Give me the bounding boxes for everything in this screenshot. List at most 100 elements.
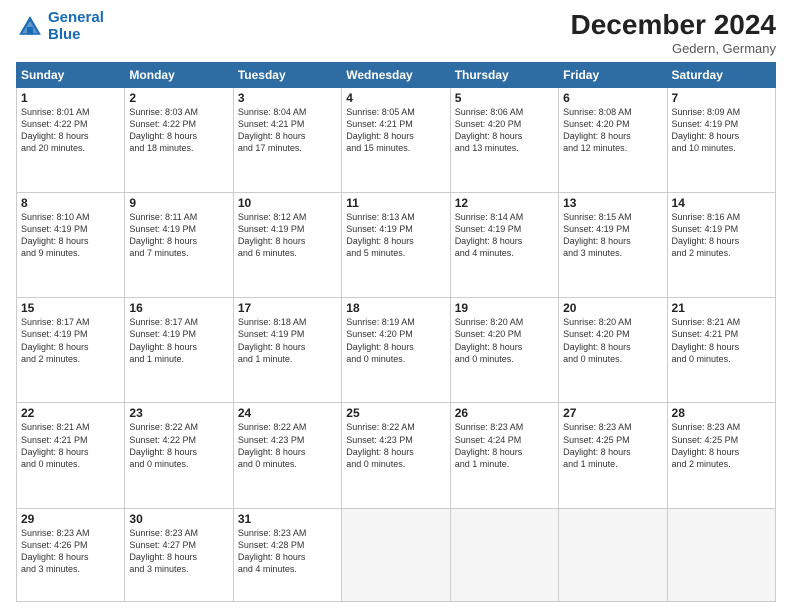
weekday-header-sunday: Sunday	[17, 62, 125, 87]
logo-blue: Blue	[48, 26, 81, 43]
weekday-header-row: SundayMondayTuesdayWednesdayThursdayFrid…	[17, 62, 776, 87]
day-number: 19	[455, 301, 554, 315]
month-title: December 2024	[571, 10, 776, 41]
day-number: 25	[346, 406, 445, 420]
day-number: 5	[455, 91, 554, 105]
day-info: Sunrise: 8:21 AMSunset: 4:21 PMDaylight:…	[672, 316, 771, 365]
day-info: Sunrise: 8:19 AMSunset: 4:20 PMDaylight:…	[346, 316, 445, 365]
day-info: Sunrise: 8:03 AMSunset: 4:22 PMDaylight:…	[129, 106, 228, 155]
day-cell-9: 9Sunrise: 8:11 AMSunset: 4:19 PMDaylight…	[125, 193, 233, 298]
day-info: Sunrise: 8:06 AMSunset: 4:20 PMDaylight:…	[455, 106, 554, 155]
day-number: 17	[238, 301, 337, 315]
day-info: Sunrise: 8:01 AMSunset: 4:22 PMDaylight:…	[21, 106, 120, 155]
day-info: Sunrise: 8:15 AMSunset: 4:19 PMDaylight:…	[563, 211, 662, 260]
empty-cell	[667, 508, 775, 601]
day-info: Sunrise: 8:23 AMSunset: 4:26 PMDaylight:…	[21, 527, 120, 576]
day-info: Sunrise: 8:23 AMSunset: 4:24 PMDaylight:…	[455, 421, 554, 470]
week-row-3: 15Sunrise: 8:17 AMSunset: 4:19 PMDayligh…	[17, 298, 776, 403]
header: General Blue December 2024 Gedern, Germa…	[16, 10, 776, 56]
day-cell-18: 18Sunrise: 8:19 AMSunset: 4:20 PMDayligh…	[342, 298, 450, 403]
day-cell-22: 22Sunrise: 8:21 AMSunset: 4:21 PMDayligh…	[17, 403, 125, 508]
day-number: 4	[346, 91, 445, 105]
logo-text: General Blue	[48, 10, 104, 43]
day-cell-25: 25Sunrise: 8:22 AMSunset: 4:23 PMDayligh…	[342, 403, 450, 508]
day-info: Sunrise: 8:12 AMSunset: 4:19 PMDaylight:…	[238, 211, 337, 260]
day-cell-3: 3Sunrise: 8:04 AMSunset: 4:21 PMDaylight…	[233, 87, 341, 192]
day-info: Sunrise: 8:11 AMSunset: 4:19 PMDaylight:…	[129, 211, 228, 260]
day-info: Sunrise: 8:18 AMSunset: 4:19 PMDaylight:…	[238, 316, 337, 365]
day-cell-19: 19Sunrise: 8:20 AMSunset: 4:20 PMDayligh…	[450, 298, 558, 403]
weekday-header-tuesday: Tuesday	[233, 62, 341, 87]
day-info: Sunrise: 8:17 AMSunset: 4:19 PMDaylight:…	[21, 316, 120, 365]
logo-icon	[16, 13, 44, 41]
day-info: Sunrise: 8:16 AMSunset: 4:19 PMDaylight:…	[672, 211, 771, 260]
day-number: 11	[346, 196, 445, 210]
day-cell-4: 4Sunrise: 8:05 AMSunset: 4:21 PMDaylight…	[342, 87, 450, 192]
logo-general: General	[48, 9, 104, 26]
day-info: Sunrise: 8:08 AMSunset: 4:20 PMDaylight:…	[563, 106, 662, 155]
day-cell-1: 1Sunrise: 8:01 AMSunset: 4:22 PMDaylight…	[17, 87, 125, 192]
day-cell-8: 8Sunrise: 8:10 AMSunset: 4:19 PMDaylight…	[17, 193, 125, 298]
day-number: 10	[238, 196, 337, 210]
week-row-4: 22Sunrise: 8:21 AMSunset: 4:21 PMDayligh…	[17, 403, 776, 508]
page: General Blue December 2024 Gedern, Germa…	[0, 0, 792, 612]
weekday-header-friday: Friday	[559, 62, 667, 87]
day-number: 21	[672, 301, 771, 315]
day-cell-13: 13Sunrise: 8:15 AMSunset: 4:19 PMDayligh…	[559, 193, 667, 298]
day-cell-27: 27Sunrise: 8:23 AMSunset: 4:25 PMDayligh…	[559, 403, 667, 508]
day-number: 16	[129, 301, 228, 315]
day-info: Sunrise: 8:23 AMSunset: 4:25 PMDaylight:…	[563, 421, 662, 470]
logo: General Blue	[16, 10, 104, 43]
title-block: December 2024 Gedern, Germany	[571, 10, 776, 56]
day-cell-2: 2Sunrise: 8:03 AMSunset: 4:22 PMDaylight…	[125, 87, 233, 192]
day-cell-24: 24Sunrise: 8:22 AMSunset: 4:23 PMDayligh…	[233, 403, 341, 508]
day-number: 6	[563, 91, 662, 105]
day-cell-16: 16Sunrise: 8:17 AMSunset: 4:19 PMDayligh…	[125, 298, 233, 403]
day-cell-5: 5Sunrise: 8:06 AMSunset: 4:20 PMDaylight…	[450, 87, 558, 192]
day-number: 14	[672, 196, 771, 210]
day-cell-28: 28Sunrise: 8:23 AMSunset: 4:25 PMDayligh…	[667, 403, 775, 508]
day-info: Sunrise: 8:20 AMSunset: 4:20 PMDaylight:…	[455, 316, 554, 365]
day-info: Sunrise: 8:23 AMSunset: 4:28 PMDaylight:…	[238, 527, 337, 576]
day-number: 31	[238, 512, 337, 526]
weekday-header-monday: Monday	[125, 62, 233, 87]
day-info: Sunrise: 8:17 AMSunset: 4:19 PMDaylight:…	[129, 316, 228, 365]
day-number: 1	[21, 91, 120, 105]
day-number: 8	[21, 196, 120, 210]
day-number: 9	[129, 196, 228, 210]
day-cell-17: 17Sunrise: 8:18 AMSunset: 4:19 PMDayligh…	[233, 298, 341, 403]
day-number: 27	[563, 406, 662, 420]
empty-cell	[450, 508, 558, 601]
week-row-2: 8Sunrise: 8:10 AMSunset: 4:19 PMDaylight…	[17, 193, 776, 298]
day-info: Sunrise: 8:13 AMSunset: 4:19 PMDaylight:…	[346, 211, 445, 260]
week-row-5: 29Sunrise: 8:23 AMSunset: 4:26 PMDayligh…	[17, 508, 776, 601]
day-cell-20: 20Sunrise: 8:20 AMSunset: 4:20 PMDayligh…	[559, 298, 667, 403]
day-number: 24	[238, 406, 337, 420]
day-info: Sunrise: 8:22 AMSunset: 4:22 PMDaylight:…	[129, 421, 228, 470]
week-row-1: 1Sunrise: 8:01 AMSunset: 4:22 PMDaylight…	[17, 87, 776, 192]
day-number: 30	[129, 512, 228, 526]
day-number: 7	[672, 91, 771, 105]
day-cell-21: 21Sunrise: 8:21 AMSunset: 4:21 PMDayligh…	[667, 298, 775, 403]
day-cell-15: 15Sunrise: 8:17 AMSunset: 4:19 PMDayligh…	[17, 298, 125, 403]
day-number: 22	[21, 406, 120, 420]
day-cell-29: 29Sunrise: 8:23 AMSunset: 4:26 PMDayligh…	[17, 508, 125, 601]
day-info: Sunrise: 8:20 AMSunset: 4:20 PMDaylight:…	[563, 316, 662, 365]
day-cell-26: 26Sunrise: 8:23 AMSunset: 4:24 PMDayligh…	[450, 403, 558, 508]
day-number: 2	[129, 91, 228, 105]
day-cell-14: 14Sunrise: 8:16 AMSunset: 4:19 PMDayligh…	[667, 193, 775, 298]
empty-cell	[342, 508, 450, 601]
weekday-header-wednesday: Wednesday	[342, 62, 450, 87]
calendar-table: SundayMondayTuesdayWednesdayThursdayFrid…	[16, 62, 776, 602]
location: Gedern, Germany	[571, 41, 776, 56]
day-info: Sunrise: 8:21 AMSunset: 4:21 PMDaylight:…	[21, 421, 120, 470]
day-info: Sunrise: 8:05 AMSunset: 4:21 PMDaylight:…	[346, 106, 445, 155]
day-cell-31: 31Sunrise: 8:23 AMSunset: 4:28 PMDayligh…	[233, 508, 341, 601]
weekday-header-thursday: Thursday	[450, 62, 558, 87]
day-cell-10: 10Sunrise: 8:12 AMSunset: 4:19 PMDayligh…	[233, 193, 341, 298]
day-info: Sunrise: 8:23 AMSunset: 4:25 PMDaylight:…	[672, 421, 771, 470]
day-cell-11: 11Sunrise: 8:13 AMSunset: 4:19 PMDayligh…	[342, 193, 450, 298]
day-number: 23	[129, 406, 228, 420]
day-number: 28	[672, 406, 771, 420]
day-number: 18	[346, 301, 445, 315]
